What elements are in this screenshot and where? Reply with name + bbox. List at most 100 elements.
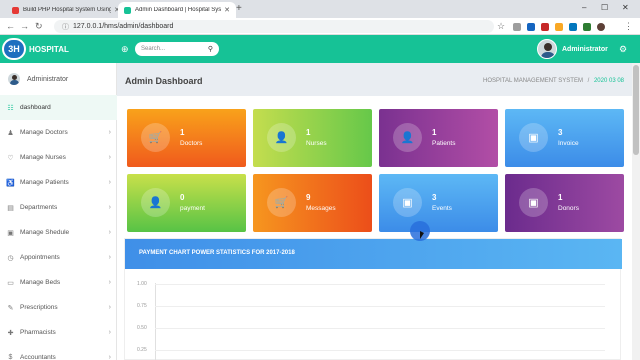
sidebar-item[interactable]: ♡ Manage Nurses › bbox=[0, 145, 117, 170]
stat-card-value: 3 bbox=[432, 193, 437, 202]
chevron-right-icon: › bbox=[108, 254, 111, 261]
info-icon[interactable]: ⓘ bbox=[62, 22, 69, 32]
user-icon: 👤 bbox=[267, 123, 296, 152]
bed-icon: ▭ bbox=[7, 279, 14, 287]
search-icon[interactable]: ⚲ bbox=[208, 45, 213, 53]
dashboard-panel: 🛒 1 Doctors 👤 1 Nurses 👤 1 Patients ▣ 3 Invoice 👤 0 pa… bbox=[117, 96, 632, 360]
stat-card[interactable]: ▣ 3 Invoice bbox=[505, 109, 624, 167]
stat-card-label: payment bbox=[180, 205, 205, 212]
chart-header: PAYMENT CHART POWER STATISTICS FOR 2017-… bbox=[125, 239, 622, 269]
sidebar-item[interactable]: $ Accountants › bbox=[0, 345, 117, 360]
sidebar-item[interactable]: ♟ Manage Doctors › bbox=[0, 120, 117, 145]
stat-card[interactable]: 🛒 9 Messages bbox=[253, 174, 372, 232]
logo[interactable]: 3H HOSPITAL bbox=[2, 38, 69, 60]
app-header: 3H HOSPITAL ⊕ Search... ⚲ Administrator … bbox=[0, 35, 640, 63]
browser-menu-icon[interactable]: ⋮ bbox=[624, 21, 633, 32]
forward-icon[interactable]: → bbox=[20, 21, 29, 31]
profile-avatar-icon[interactable] bbox=[597, 23, 605, 31]
page-scrollbar[interactable] bbox=[632, 63, 640, 360]
stat-card[interactable]: 👤 1 Nurses bbox=[253, 109, 372, 167]
stat-card[interactable]: ▣ 3 Events bbox=[379, 174, 498, 232]
appointment-icon: ◷ bbox=[7, 254, 14, 262]
browser-tab-inactive[interactable]: Build PHP Hospital System Using ✕ bbox=[6, 2, 126, 18]
extension-icon[interactable] bbox=[541, 23, 549, 31]
stat-card-value: 1 bbox=[180, 128, 185, 137]
new-tab-button[interactable]: + bbox=[236, 3, 242, 14]
sidebar-item-label: Manage Shedule bbox=[20, 229, 70, 236]
wallet-icon: ▣ bbox=[519, 188, 548, 217]
pharmacist-icon: ✚ bbox=[7, 329, 14, 337]
header-user-name[interactable]: Administrator bbox=[562, 46, 608, 53]
chevron-right-icon: › bbox=[108, 354, 111, 360]
avatar[interactable] bbox=[537, 39, 557, 59]
search-input[interactable]: Search... ⚲ bbox=[135, 42, 219, 56]
sidebar-avatar bbox=[8, 73, 20, 85]
stat-card-value: 0 bbox=[180, 193, 185, 202]
sidebar-item[interactable]: ✎ Prescriptions › bbox=[0, 295, 117, 320]
stat-card[interactable]: 🛒 1 Doctors bbox=[127, 109, 246, 167]
main-content: Admin Dashboard HOSPITAL MANAGEMENT SYST… bbox=[117, 63, 632, 360]
tab-close-icon[interactable]: ✕ bbox=[224, 6, 230, 14]
bookmark-star-icon[interactable]: ☆ bbox=[497, 21, 505, 32]
breadcrumb-root[interactable]: HOSPITAL MANAGEMENT SYSTEM bbox=[483, 78, 583, 84]
stat-card[interactable]: 👤 0 payment bbox=[127, 174, 246, 232]
chevron-right-icon: › bbox=[108, 129, 111, 136]
maximize-icon[interactable]: ☐ bbox=[601, 3, 608, 12]
chart-y-tick-label: 0.75 bbox=[137, 303, 147, 309]
window-close-icon[interactable]: ✕ bbox=[622, 3, 629, 12]
sidebar-item-label: Manage Beds bbox=[20, 279, 61, 286]
sidebar-user[interactable]: Administrator bbox=[0, 63, 117, 95]
payment-chart-panel: PAYMENT CHART POWER STATISTICS FOR 2017-… bbox=[124, 238, 622, 360]
chart-title: PAYMENT CHART POWER STATISTICS FOR 2017-… bbox=[139, 250, 295, 256]
accountant-icon: $ bbox=[8, 354, 13, 360]
extension-icon[interactable] bbox=[555, 23, 563, 31]
calendar-icon: ▣ bbox=[7, 229, 14, 237]
stat-card-value: 3 bbox=[558, 128, 563, 137]
breadcrumb: HOSPITAL MANAGEMENT SYSTEM / 2020 03 08 bbox=[483, 78, 624, 84]
stat-card-label: Donors bbox=[558, 205, 579, 212]
stat-card[interactable]: 👤 1 Patients bbox=[379, 109, 498, 167]
stat-card-label: Messages bbox=[306, 205, 336, 212]
wallet-icon: ▣ bbox=[393, 188, 422, 217]
stat-card-value: 9 bbox=[306, 193, 311, 202]
sidebar-item[interactable]: ♿ Manage Patients › bbox=[0, 170, 117, 195]
chevron-right-icon: › bbox=[108, 204, 111, 211]
cart-icon: 🛒 bbox=[267, 188, 296, 217]
reload-icon[interactable]: ↻ bbox=[35, 21, 43, 32]
back-icon[interactable]: ← bbox=[6, 21, 15, 31]
sidebar-item[interactable]: ☷ dashboard bbox=[0, 95, 117, 120]
sidebar-item[interactable]: ▤ Departments › bbox=[0, 195, 117, 220]
tab-title: Build PHP Hospital System Using bbox=[23, 7, 112, 13]
user-icon: 👤 bbox=[393, 123, 422, 152]
stat-card-label: Doctors bbox=[180, 140, 203, 147]
minimize-icon[interactable]: – bbox=[582, 3, 586, 12]
gear-icon[interactable]: ⚙ bbox=[619, 44, 627, 55]
stat-card-label: Events bbox=[432, 205, 452, 212]
tab-title: Admin Dashboard | Hospital Sys bbox=[135, 7, 222, 13]
browser-tab-active[interactable]: Admin Dashboard | Hospital Sys ✕ bbox=[118, 2, 236, 18]
chevron-right-icon: › bbox=[108, 304, 111, 311]
sidebar-item-label: Manage Doctors bbox=[20, 129, 68, 136]
extension-icon[interactable] bbox=[513, 23, 521, 31]
stat-card-value: 1 bbox=[306, 128, 311, 137]
sidebar-toggle-icon[interactable]: ⊕ bbox=[121, 44, 129, 55]
building-icon: ▤ bbox=[7, 204, 14, 212]
patient-icon: ♿ bbox=[6, 179, 15, 187]
logo-mark: 3H bbox=[2, 38, 26, 60]
scrollbar-thumb[interactable] bbox=[633, 65, 639, 155]
sidebar-item[interactable]: ▭ Manage Beds › bbox=[0, 270, 117, 295]
page-title: Admin Dashboard bbox=[125, 76, 203, 86]
extension-icon[interactable] bbox=[583, 23, 591, 31]
sidebar-item-label: Appointments bbox=[20, 254, 60, 261]
sidebar-item[interactable]: ✚ Pharmacists › bbox=[0, 320, 117, 345]
extension-icon[interactable] bbox=[569, 23, 577, 31]
sidebar-item[interactable]: ◷ Appointments › bbox=[0, 245, 117, 270]
tab-favicon-icon bbox=[12, 6, 19, 14]
stat-card-label: Nurses bbox=[306, 140, 327, 147]
breadcrumb-date: 2020 03 08 bbox=[593, 78, 624, 84]
extension-icon[interactable] bbox=[527, 23, 535, 31]
chevron-right-icon: › bbox=[108, 329, 111, 336]
url-field[interactable]: ⓘ 127.0.0.1/hms/admin/dashboard bbox=[54, 20, 494, 33]
sidebar-item[interactable]: ▣ Manage Shedule › bbox=[0, 220, 117, 245]
stat-card[interactable]: ▣ 1 Donors bbox=[505, 174, 624, 232]
